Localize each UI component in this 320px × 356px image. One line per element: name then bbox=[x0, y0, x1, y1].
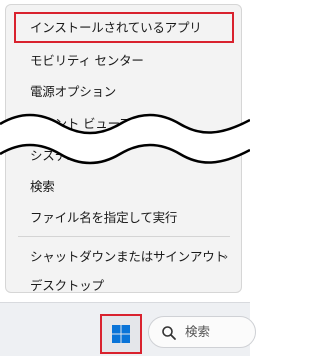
menu-item-shutdown-signout[interactable]: シャットダウンまたはサインアウト › bbox=[14, 241, 234, 272]
chevron-right-icon: › bbox=[223, 250, 228, 263]
taskbar: 検索 bbox=[0, 302, 256, 356]
menu-item-event-viewer[interactable]: イベント ビューアー bbox=[14, 108, 234, 139]
menu-item-system[interactable]: システム bbox=[14, 140, 234, 171]
taskbar-search-box[interactable]: 検索 bbox=[148, 316, 256, 348]
windows-logo-icon bbox=[112, 325, 130, 343]
menu-item-label: シャットダウンまたはサインアウト bbox=[30, 249, 227, 264]
menu-divider bbox=[18, 236, 230, 237]
search-icon bbox=[162, 326, 176, 340]
search-placeholder: 検索 bbox=[185, 324, 211, 339]
menu-item-run[interactable]: ファイル名を指定して実行 bbox=[14, 202, 234, 233]
start-context-menu: インストールされているアプリ モビリティ センター 電源オプション イベント ビ… bbox=[5, 4, 242, 293]
menu-item-power-options[interactable]: 電源オプション bbox=[14, 76, 234, 107]
start-button[interactable] bbox=[100, 314, 142, 354]
menu-item-installed-apps[interactable]: インストールされているアプリ bbox=[14, 12, 234, 43]
menu-item-search[interactable]: 検索 bbox=[14, 171, 234, 202]
menu-item-mobility-center[interactable]: モビリティ センター bbox=[14, 45, 234, 76]
menu-item-desktop[interactable]: デスクトップ bbox=[14, 270, 234, 292]
